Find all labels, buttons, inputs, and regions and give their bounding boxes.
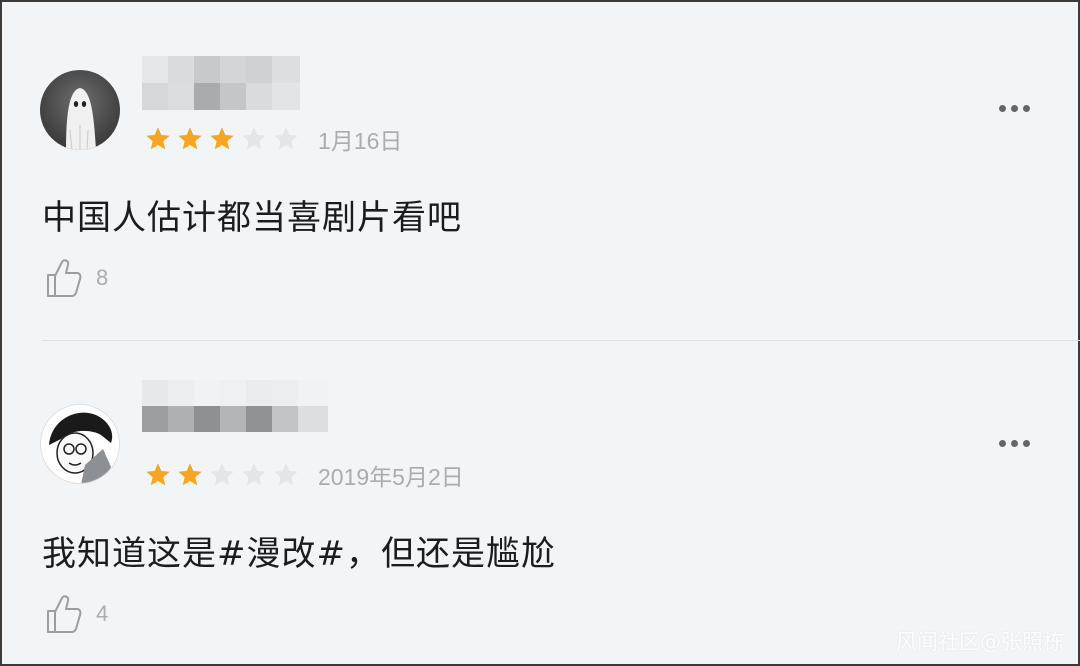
avatar[interactable] <box>40 404 120 484</box>
like-button[interactable]: 4 <box>46 594 108 634</box>
avatar[interactable] <box>40 70 120 150</box>
manga-character-avatar-icon <box>41 405 119 483</box>
star-filled-icon <box>178 127 202 150</box>
watermark: 风闻社区@张照栋 <box>896 630 1064 654</box>
star-rating <box>142 461 302 489</box>
star-empty-icon <box>274 463 298 486</box>
star-filled-icon <box>210 127 234 150</box>
like-count: 4 <box>96 601 109 626</box>
review-text: 中国人估计都当喜剧片看吧 <box>42 198 462 238</box>
review-meta: 1月16日 <box>142 122 402 156</box>
thumbs-up-icon <box>47 595 82 633</box>
star-empty-icon <box>274 127 298 150</box>
screenshot-frame: 1月16日 中国人估计都当喜剧片看吧 8 2019年5月2日 我知道这是#漫改#… <box>0 0 1080 666</box>
more-icon <box>999 105 1006 112</box>
more-options-button[interactable] <box>999 105 1030 112</box>
review-date: 2019年5月2日 <box>318 464 464 490</box>
review-item: 2019年5月2日 我知道这是#漫改#，但还是尴尬 4 <box>2 340 1080 666</box>
review-item: 1月16日 中国人估计都当喜剧片看吧 8 <box>2 2 1080 340</box>
username-blurred <box>142 380 328 432</box>
star-empty-icon <box>210 463 234 486</box>
star-filled-icon <box>178 463 202 486</box>
star-empty-icon <box>242 127 266 150</box>
star-empty-icon <box>242 463 266 486</box>
thumbs-up-icon <box>47 259 82 297</box>
star-rating <box>142 125 302 153</box>
review-date: 1月16日 <box>318 128 403 154</box>
more-options-button[interactable] <box>999 440 1030 447</box>
star-filled-icon <box>146 127 170 150</box>
review-meta: 2019年5月2日 <box>142 458 464 492</box>
review-text: 我知道这是#漫改#，但还是尴尬 <box>42 534 556 574</box>
like-button[interactable]: 8 <box>46 258 108 298</box>
more-icon <box>999 440 1006 447</box>
username-blurred <box>142 56 300 110</box>
star-filled-icon <box>146 463 170 486</box>
ghost-avatar-icon <box>66 88 96 150</box>
like-count: 8 <box>96 265 109 290</box>
